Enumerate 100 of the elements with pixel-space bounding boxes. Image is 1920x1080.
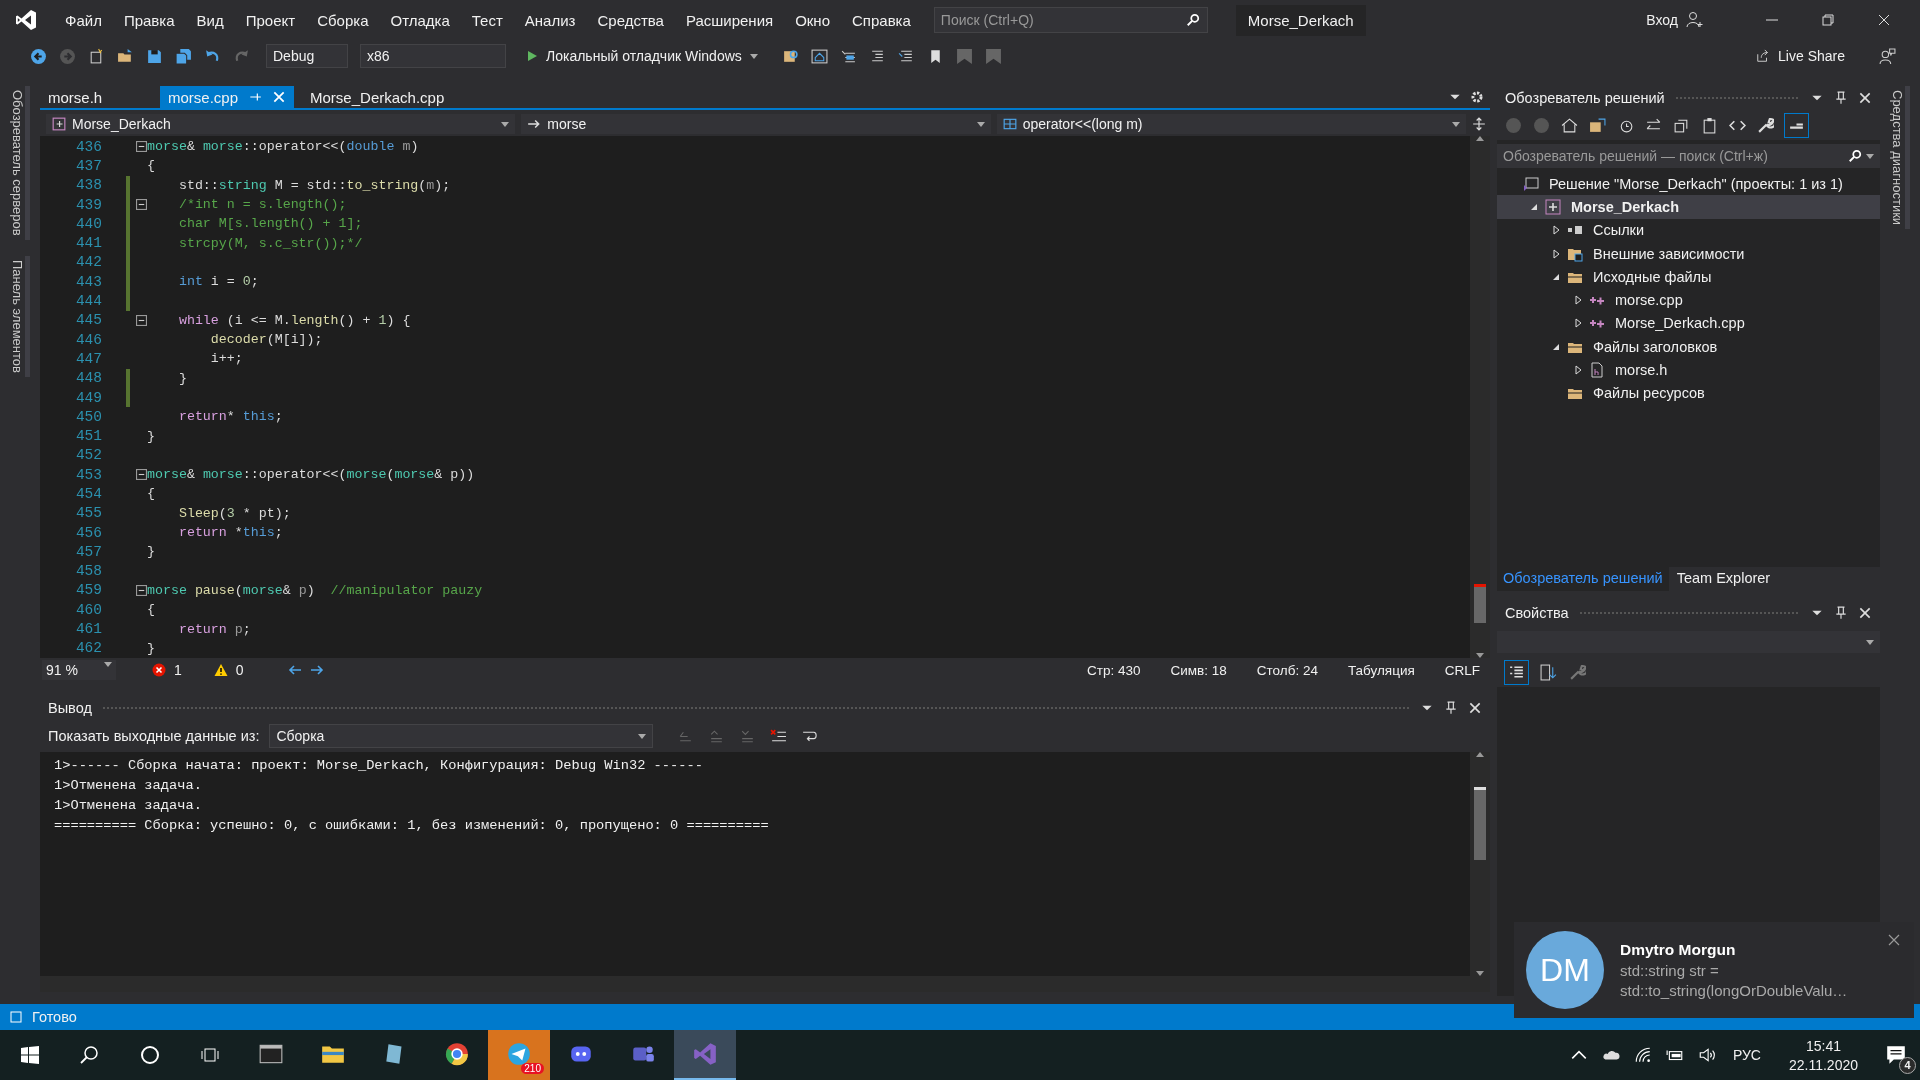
caret-icon[interactable] — [638, 733, 647, 739]
tree-item[interactable]: Morse_Derkach — [1571, 198, 1679, 215]
tree-item[interactable]: Решение "Morse_Derkach" (проекты: 1 из 1) — [1549, 175, 1843, 192]
file-tab[interactable]: morse.cpp — [160, 86, 295, 108]
menu-item[interactable]: Средства — [586, 11, 675, 29]
configuration-dropdown[interactable]: Debug — [266, 44, 348, 68]
tree-item[interactable]: Внешние зависимости — [1593, 245, 1745, 262]
menu-item[interactable]: Вид — [185, 11, 235, 29]
notification-card[interactable]: DM Dmytro Morgun std::string str = std::to_string(longOrDoubleValu… — [1514, 922, 1914, 1018]
home-icon[interactable] — [810, 47, 828, 65]
menu-item[interactable]: Тест — [460, 11, 514, 29]
save-all-icon[interactable] — [175, 47, 192, 65]
collapse-icon[interactable] — [136, 584, 147, 596]
feedback-icon[interactable] — [1879, 47, 1896, 65]
input-language[interactable]: РУС — [1732, 1047, 1761, 1063]
side-panel-tab[interactable]: Обозреватель серверов — [10, 86, 30, 240]
caret-icon[interactable] — [976, 121, 985, 127]
warning-count[interactable]: 0 — [235, 662, 244, 678]
find-in-files-icon[interactable] — [781, 47, 799, 65]
menu-item[interactable]: Расширения — [674, 11, 785, 29]
caret-icon[interactable] — [1866, 639, 1874, 645]
indent-indicator[interactable]: Табуляция — [1347, 662, 1415, 678]
navigate-forward-icon[interactable] — [309, 663, 324, 677]
close-icon[interactable] — [1888, 934, 1900, 946]
file-tab[interactable]: morse.h — [40, 86, 152, 108]
tree-item[interactable]: Файлы ресурсов — [1593, 385, 1705, 402]
menu-item[interactable]: Анализ — [513, 11, 587, 29]
open-folder-icon[interactable] — [117, 47, 134, 65]
menu-item[interactable]: Отладка — [379, 11, 461, 29]
pin-icon[interactable] — [1834, 91, 1848, 105]
split-icon[interactable] — [1472, 117, 1486, 131]
navigation-dropdown[interactable]: operator<<(long m) — [996, 114, 1466, 134]
caret-icon[interactable] — [749, 53, 758, 59]
line-ending-indicator[interactable]: CRLF — [1444, 662, 1480, 678]
caret-icon[interactable] — [501, 121, 510, 127]
platform-dropdown[interactable]: x86 — [360, 44, 506, 68]
navigate-back-icon[interactable] — [287, 663, 302, 677]
collapse-icon[interactable] — [136, 141, 147, 153]
task-view-icon[interactable] — [200, 1045, 220, 1065]
wrench-icon[interactable] — [1757, 116, 1774, 134]
wifi-icon[interactable] — [1633, 1046, 1652, 1064]
start-debugging-button[interactable]: Локальный отладчик Windows — [520, 44, 764, 68]
tree-item[interactable]: Ссылки — [1593, 222, 1645, 239]
add-user-icon[interactable] — [1686, 11, 1704, 29]
tree-item[interactable]: morse.h — [1615, 362, 1668, 378]
output-source-dropdown[interactable]: Сборка — [269, 724, 654, 748]
menu-item[interactable]: Сборка — [306, 11, 380, 29]
home-icon[interactable] — [1561, 116, 1578, 134]
switch-views-icon[interactable] — [1589, 116, 1606, 134]
menu-item[interactable]: Проект — [234, 11, 307, 29]
side-panel-tab[interactable]: Средства диагностики — [1890, 86, 1910, 230]
new-project-icon[interactable] — [88, 47, 105, 65]
error-count[interactable]: 1 — [174, 662, 182, 678]
navigation-dropdown[interactable]: Morse_Derkach — [46, 114, 516, 134]
save-icon[interactable] — [146, 47, 163, 65]
back-icon[interactable] — [30, 47, 47, 65]
cortana-icon[interactable] — [140, 1045, 160, 1065]
caret-icon[interactable] — [1452, 121, 1460, 127]
menu-item[interactable]: Окно — [784, 11, 841, 29]
side-panel-tab[interactable]: Панель элементов — [10, 255, 30, 377]
restore-icon[interactable] — [1820, 12, 1836, 28]
search-field[interactable]: Обозреватель решений — поиск (Ctrl+ж) — [1497, 144, 1880, 168]
tree-item[interactable]: morse.cpp — [1615, 292, 1683, 309]
settings-icon[interactable] — [1470, 90, 1484, 104]
search-icon[interactable] — [80, 1045, 100, 1065]
scroll-thumb[interactable] — [1474, 584, 1486, 623]
volume-icon[interactable] — [1697, 1046, 1716, 1064]
caret-icon[interactable] — [104, 662, 112, 667]
scrollbar[interactable] — [1470, 752, 1490, 976]
menu-item[interactable]: Файл — [54, 11, 113, 29]
menu-item[interactable]: Правка — [112, 11, 186, 29]
collapse-icon[interactable] — [136, 199, 147, 211]
pin-icon[interactable] — [1834, 606, 1848, 620]
file-tab[interactable]: Morse_Derkach.cpp — [302, 86, 453, 108]
sign-in-link[interactable]: Вход — [1646, 12, 1678, 28]
tree-item[interactable]: Morse_Derkach.cpp — [1615, 315, 1745, 332]
close-icon[interactable] — [272, 90, 287, 104]
copy-icon[interactable] — [1701, 116, 1718, 134]
collapsed-arrow-icon[interactable] — [1573, 318, 1583, 329]
collapse-icon[interactable] — [136, 469, 147, 481]
collapsed-arrow-icon[interactable] — [1551, 248, 1561, 259]
horizontal-scrollbar[interactable] — [40, 976, 1490, 992]
categorized-icon[interactable] — [1505, 660, 1528, 684]
caret-icon[interactable] — [1866, 153, 1874, 159]
search-field[interactable]: Поиск (Ctrl+Q) — [933, 7, 1208, 33]
start-icon[interactable] — [20, 1045, 40, 1065]
live-share-button[interactable]: Live Share — [1748, 44, 1853, 68]
collapsed-arrow-icon[interactable] — [1551, 225, 1561, 236]
alphabetical-icon[interactable] — [1540, 663, 1557, 681]
close-icon[interactable] — [1876, 12, 1892, 28]
panel-tab[interactable]: Обозреватель решений — [1497, 567, 1669, 591]
taskbar-app[interactable]: 210 — [488, 1030, 550, 1080]
clock[interactable]: 15:41 22.11.2020 — [1788, 1037, 1858, 1073]
collapse-icon[interactable] — [136, 314, 147, 326]
pin-icon[interactable] — [1444, 701, 1458, 715]
menu-item[interactable]: Справка — [841, 11, 922, 29]
zoom-dropdown[interactable]: 91 % — [42, 660, 116, 680]
taskbar-app[interactable] — [674, 1030, 736, 1080]
preview-icon[interactable] — [1785, 113, 1808, 137]
collapsed-arrow-icon[interactable] — [1573, 365, 1583, 375]
